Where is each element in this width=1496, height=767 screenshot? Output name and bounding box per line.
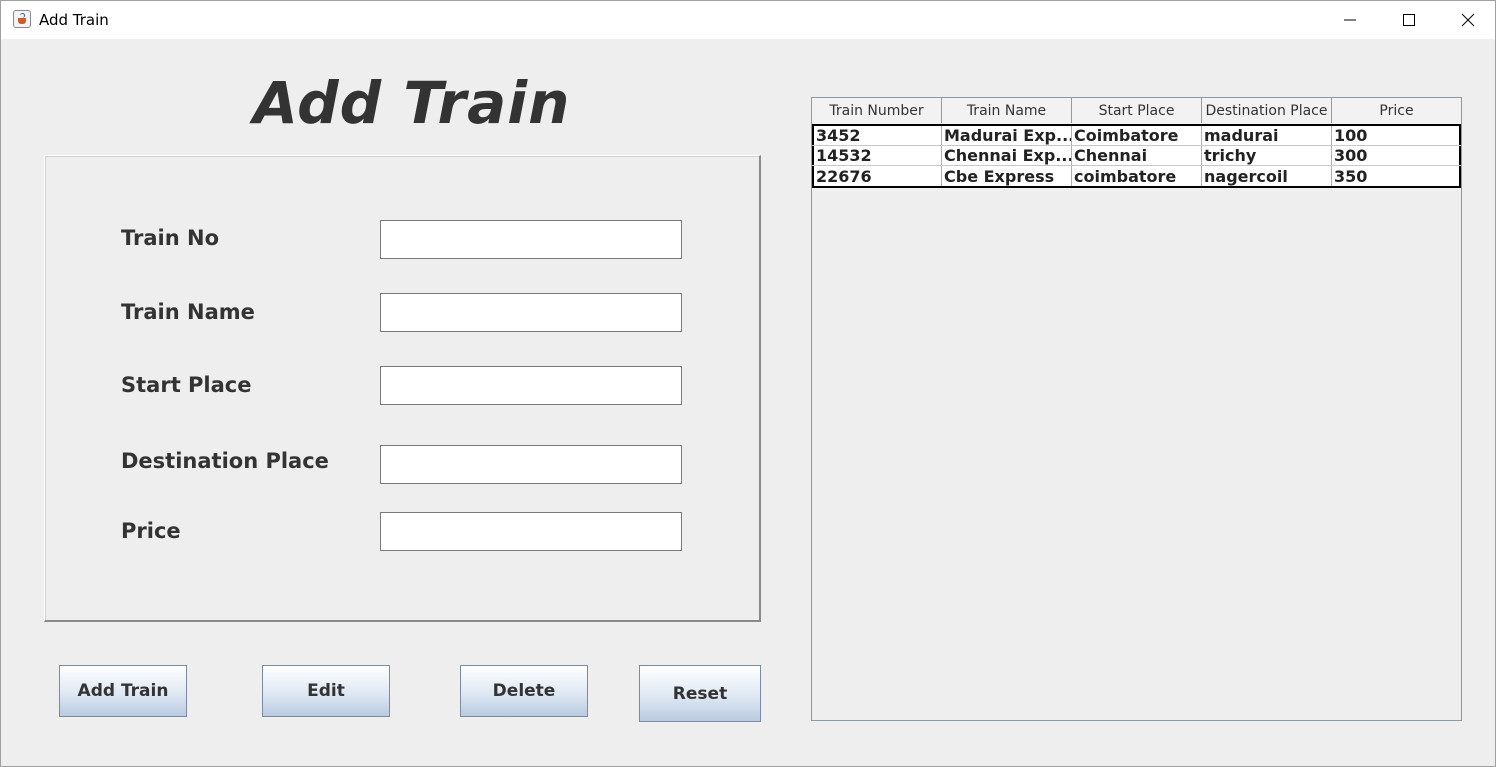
train-no-label: Train No: [121, 226, 220, 250]
cell-start-place: coimbatore: [1072, 166, 1202, 186]
column-header-train-name[interactable]: Train Name: [942, 98, 1072, 123]
cell-destination-place: madurai: [1202, 126, 1332, 145]
trains-table[interactable]: Train Number Train Name Start Place Dest…: [811, 97, 1462, 721]
table-row[interactable]: 3452 Madurai Exp... Coimbatore madurai 1…: [812, 126, 1461, 146]
cell-price: 350: [1332, 166, 1461, 186]
column-header-train-number[interactable]: Train Number: [812, 98, 942, 123]
minimize-icon: [1344, 19, 1356, 21]
destination-place-input[interactable]: [380, 445, 682, 484]
train-no-input[interactable]: [380, 220, 682, 259]
close-button[interactable]: [1439, 1, 1496, 39]
table-header: Train Number Train Name Start Place Dest…: [812, 98, 1461, 125]
destination-place-label: Destination Place: [121, 449, 329, 473]
start-place-input[interactable]: [380, 366, 682, 405]
cell-price: 300: [1332, 146, 1461, 165]
app-window: Add Train Add Train Train No Train Name …: [0, 0, 1496, 767]
table-body: 3452 Madurai Exp... Coimbatore madurai 1…: [812, 124, 1461, 188]
edit-button[interactable]: Edit: [262, 665, 390, 717]
price-label: Price: [121, 519, 181, 543]
page-heading: Add Train: [253, 69, 571, 137]
minimize-button[interactable]: [1321, 1, 1379, 39]
cell-start-place: Coimbatore: [1072, 126, 1202, 145]
cell-train-name: Chennai Exp...: [944, 146, 1072, 165]
window-title: Add Train: [39, 11, 109, 29]
column-header-destination-place[interactable]: Destination Place: [1202, 98, 1332, 123]
add-train-button[interactable]: Add Train: [59, 665, 187, 717]
maximize-icon: [1403, 14, 1415, 26]
cell-price: 100: [1332, 126, 1461, 145]
train-name-label: Train Name: [121, 300, 255, 324]
cell-destination-place: trichy: [1202, 146, 1332, 165]
cell-train-number: 22676: [812, 166, 942, 186]
cell-train-name: Madurai Exp...: [944, 126, 1072, 145]
title-bar[interactable]: Add Train: [1, 1, 1495, 39]
price-input[interactable]: [380, 512, 682, 551]
delete-button[interactable]: Delete: [460, 665, 588, 717]
maximize-button[interactable]: [1380, 1, 1438, 39]
table-row[interactable]: 22676 Cbe Express coimbatore nagercoil 3…: [812, 166, 1461, 186]
table-row[interactable]: 14532 Chennai Exp... Chennai trichy 300: [812, 146, 1461, 166]
cell-destination-place: nagercoil: [1202, 166, 1332, 186]
cell-train-number: 14532: [812, 146, 942, 165]
column-header-price[interactable]: Price: [1332, 98, 1461, 123]
cell-start-place: Chennai: [1072, 146, 1202, 165]
close-icon: [1461, 13, 1475, 27]
train-name-input[interactable]: [380, 293, 682, 332]
cell-train-number: 3452: [812, 126, 942, 145]
start-place-label: Start Place: [121, 373, 252, 397]
java-cup-icon: [13, 10, 31, 28]
reset-button[interactable]: Reset: [639, 665, 761, 722]
column-header-start-place[interactable]: Start Place: [1072, 98, 1202, 123]
cell-train-name: Cbe Express: [942, 166, 1072, 186]
